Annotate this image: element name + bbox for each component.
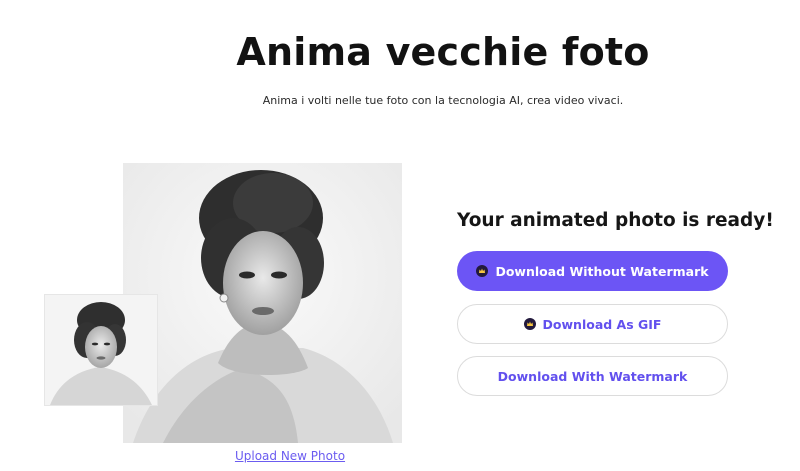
download-with-watermark-button[interactable]: Download With Watermark bbox=[457, 356, 728, 396]
crown-badge-icon bbox=[476, 265, 489, 277]
page-title: Anima vecchie foto bbox=[236, 30, 650, 74]
upload-new-photo-link[interactable]: Upload New Photo bbox=[190, 449, 390, 463]
portrait-image bbox=[123, 163, 402, 443]
download-gif-button[interactable]: Download As GIF bbox=[457, 304, 728, 344]
download-with-watermark-label: Download With Watermark bbox=[497, 368, 688, 384]
portrait-thumbnail-image bbox=[45, 295, 157, 405]
download-without-watermark-label: Download Without Watermark bbox=[495, 263, 709, 279]
crown-badge-icon bbox=[523, 318, 536, 330]
page-subtitle: Anima i volti nelle tue foto con la tecn… bbox=[262, 94, 624, 107]
original-photo-thumbnail bbox=[44, 294, 158, 406]
download-gif-label: Download As GIF bbox=[542, 316, 662, 332]
download-without-watermark-button[interactable]: Download Without Watermark bbox=[457, 251, 728, 291]
result-title: Your animated photo is ready! bbox=[457, 210, 774, 231]
animated-photo-preview bbox=[123, 163, 402, 443]
